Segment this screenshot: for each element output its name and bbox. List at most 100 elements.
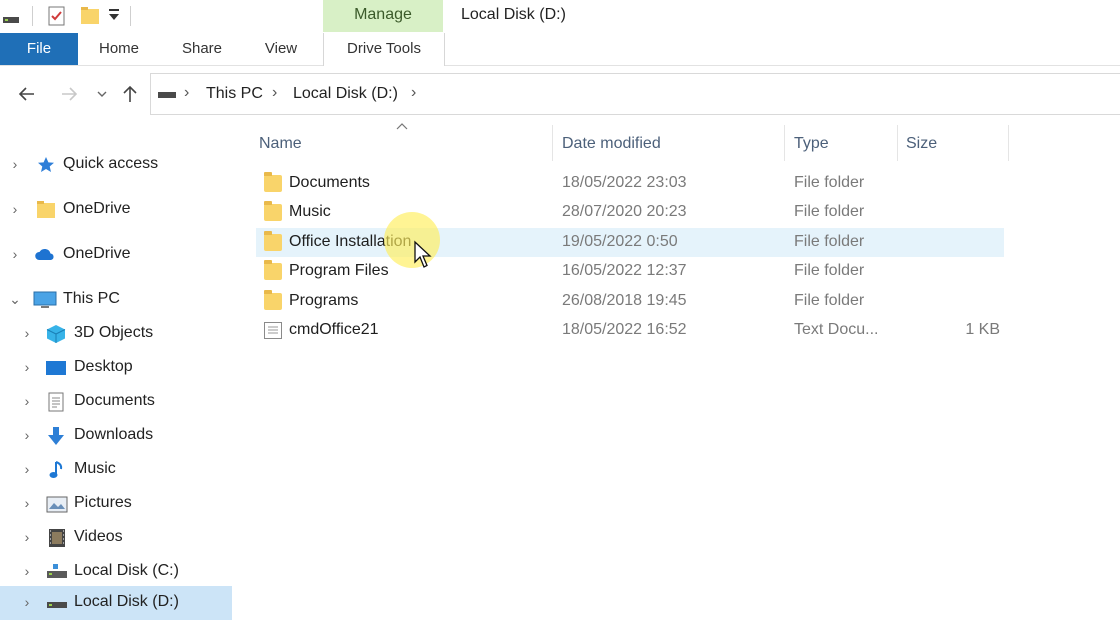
nav-item-onedrive-personal[interactable]: › OneDrive <box>0 193 232 227</box>
tab-file[interactable]: File <box>0 33 78 65</box>
file-date: 18/05/2022 16:52 <box>562 321 687 338</box>
nav-item-local-disk-d[interactable]: › Local Disk (D:) <box>0 586 232 620</box>
address-bar[interactable]: › This PC › Local Disk (D:) › <box>150 73 1120 115</box>
nav-item-onedrive[interactable]: › OneDrive <box>0 238 232 272</box>
chevron-right-icon[interactable]: › <box>20 325 34 341</box>
nav-label: This PC <box>63 290 120 307</box>
chevron-down-icon <box>97 91 107 97</box>
breadcrumb-local-disk-d[interactable]: Local Disk (D:) <box>293 85 398 103</box>
folder-icon <box>264 172 282 192</box>
file-row-programs[interactable]: Programs 26/08/2018 19:45 File folder <box>256 287 1004 316</box>
column-header-size[interactable]: Size <box>898 125 1008 161</box>
drive-icon <box>46 562 67 582</box>
file-type: File folder <box>794 292 865 309</box>
quick-access-toolbar <box>0 0 320 34</box>
chevron-right-icon[interactable]: › <box>20 495 34 511</box>
file-type: Text Docu... <box>794 321 879 338</box>
column-header-type[interactable]: Type <box>785 125 897 161</box>
properties-icon[interactable] <box>47 5 67 32</box>
chevron-right-icon[interactable]: › <box>272 84 277 102</box>
folder-icon <box>264 260 282 280</box>
nav-item-desktop[interactable]: › Desktop <box>0 351 232 385</box>
download-icon <box>46 426 66 446</box>
cloud-icon <box>34 245 54 265</box>
drive-icon <box>46 593 67 613</box>
file-size: 1 KB <box>965 321 1000 338</box>
desktop-icon <box>45 358 66 378</box>
video-icon <box>47 528 67 548</box>
document-icon <box>47 392 67 412</box>
drive-icon[interactable] <box>2 12 20 30</box>
folder-icon <box>264 290 282 310</box>
cube-icon <box>46 324 66 344</box>
file-name: Program Files <box>289 262 389 279</box>
nav-item-documents[interactable]: › Documents <box>0 385 232 419</box>
chevron-down-icon[interactable]: ⌄ <box>8 291 22 308</box>
chevron-right-icon[interactable]: › <box>8 246 22 262</box>
file-row-documents[interactable]: Documents 18/05/2022 23:03 File folder <box>256 169 1004 198</box>
forward-arrow-icon <box>62 87 78 101</box>
nav-label: Quick access <box>63 155 159 172</box>
file-date: 18/05/2022 23:03 <box>562 174 687 191</box>
tab-drive-tools[interactable]: Drive Tools <box>323 33 445 66</box>
manage-contextual-tab[interactable]: Manage <box>323 0 443 32</box>
nav-item-pictures[interactable]: › Pictures <box>0 487 232 521</box>
chevron-right-icon[interactable]: › <box>184 84 189 102</box>
new-folder-icon[interactable] <box>80 6 100 31</box>
column-label: Date modified <box>562 135 661 152</box>
column-header-date-modified[interactable]: Date modified <box>553 125 784 161</box>
column-divider[interactable] <box>1008 125 1009 161</box>
navigation-pane: › Quick access › OneDrive › OneDrive ⌄ T… <box>0 140 232 630</box>
ribbon-tab-bar: File Home Share View Drive Tools <box>0 33 1120 66</box>
window-title: Local Disk (D:) <box>461 6 566 23</box>
tab-view[interactable]: View <box>253 33 309 65</box>
nav-item-local-disk-c[interactable]: › Local Disk (C:) <box>0 555 232 589</box>
music-icon <box>48 460 68 480</box>
separator-line <box>32 6 33 26</box>
file-row-cmdoffice21[interactable]: cmdOffice21 18/05/2022 16:52 Text Docu..… <box>256 316 1004 345</box>
breadcrumb-this-pc[interactable]: This PC <box>206 85 263 103</box>
chevron-right-icon[interactable]: › <box>20 393 34 409</box>
file-row-music[interactable]: Music 28/07/2020 20:23 File folder <box>256 198 1004 227</box>
up-arrow-icon <box>123 85 137 102</box>
nav-label: Music <box>74 460 116 477</box>
chevron-right-icon[interactable]: › <box>411 84 416 102</box>
chevron-right-icon[interactable]: › <box>8 201 22 217</box>
chevron-right-icon[interactable]: › <box>20 359 34 375</box>
customize-dropdown-icon[interactable] <box>108 8 120 25</box>
file-row-program-files[interactable]: Program Files 16/05/2022 12:37 File fold… <box>256 257 1004 286</box>
column-label: Type <box>794 135 829 152</box>
nav-label: 3D Objects <box>74 324 154 341</box>
file-row-office-installation[interactable]: Office Installation 19/05/2022 0:50 File… <box>256 228 1004 257</box>
drive-icon <box>157 88 177 106</box>
nav-item-this-pc[interactable]: ⌄ This PC <box>0 283 232 317</box>
mouse-pointer-icon <box>413 240 433 275</box>
recent-locations-button[interactable] <box>90 84 114 106</box>
chevron-right-icon[interactable]: › <box>20 529 34 545</box>
tab-share[interactable]: Share <box>172 33 232 65</box>
chevron-right-icon[interactable]: › <box>20 427 34 443</box>
nav-label: Local Disk (C:) <box>74 562 179 579</box>
chevron-right-icon[interactable]: › <box>8 156 22 172</box>
column-label: Size <box>906 135 938 152</box>
nav-item-3d-objects[interactable]: › 3D Objects <box>0 317 232 351</box>
nav-item-quick-access[interactable]: › Quick access <box>0 148 232 182</box>
up-button[interactable] <box>118 84 142 106</box>
column-header-name[interactable]: Name <box>256 125 552 161</box>
nav-label: OneDrive <box>63 200 131 217</box>
chevron-right-icon[interactable]: › <box>20 563 34 579</box>
column-label: Name <box>259 135 302 152</box>
nav-item-music[interactable]: › Music <box>0 453 232 487</box>
back-button[interactable] <box>15 84 39 106</box>
tab-home[interactable]: Home <box>90 33 148 65</box>
file-type: File folder <box>794 174 865 191</box>
chevron-right-icon[interactable]: › <box>20 594 34 610</box>
nav-item-videos[interactable]: › Videos <box>0 521 232 555</box>
nav-label: Videos <box>74 528 123 545</box>
file-type: File folder <box>794 262 865 279</box>
folder-icon <box>264 231 282 251</box>
chevron-right-icon[interactable]: › <box>20 461 34 477</box>
nav-item-downloads[interactable]: › Downloads <box>0 419 232 453</box>
forward-button[interactable] <box>57 84 81 106</box>
file-name: Music <box>289 203 331 220</box>
